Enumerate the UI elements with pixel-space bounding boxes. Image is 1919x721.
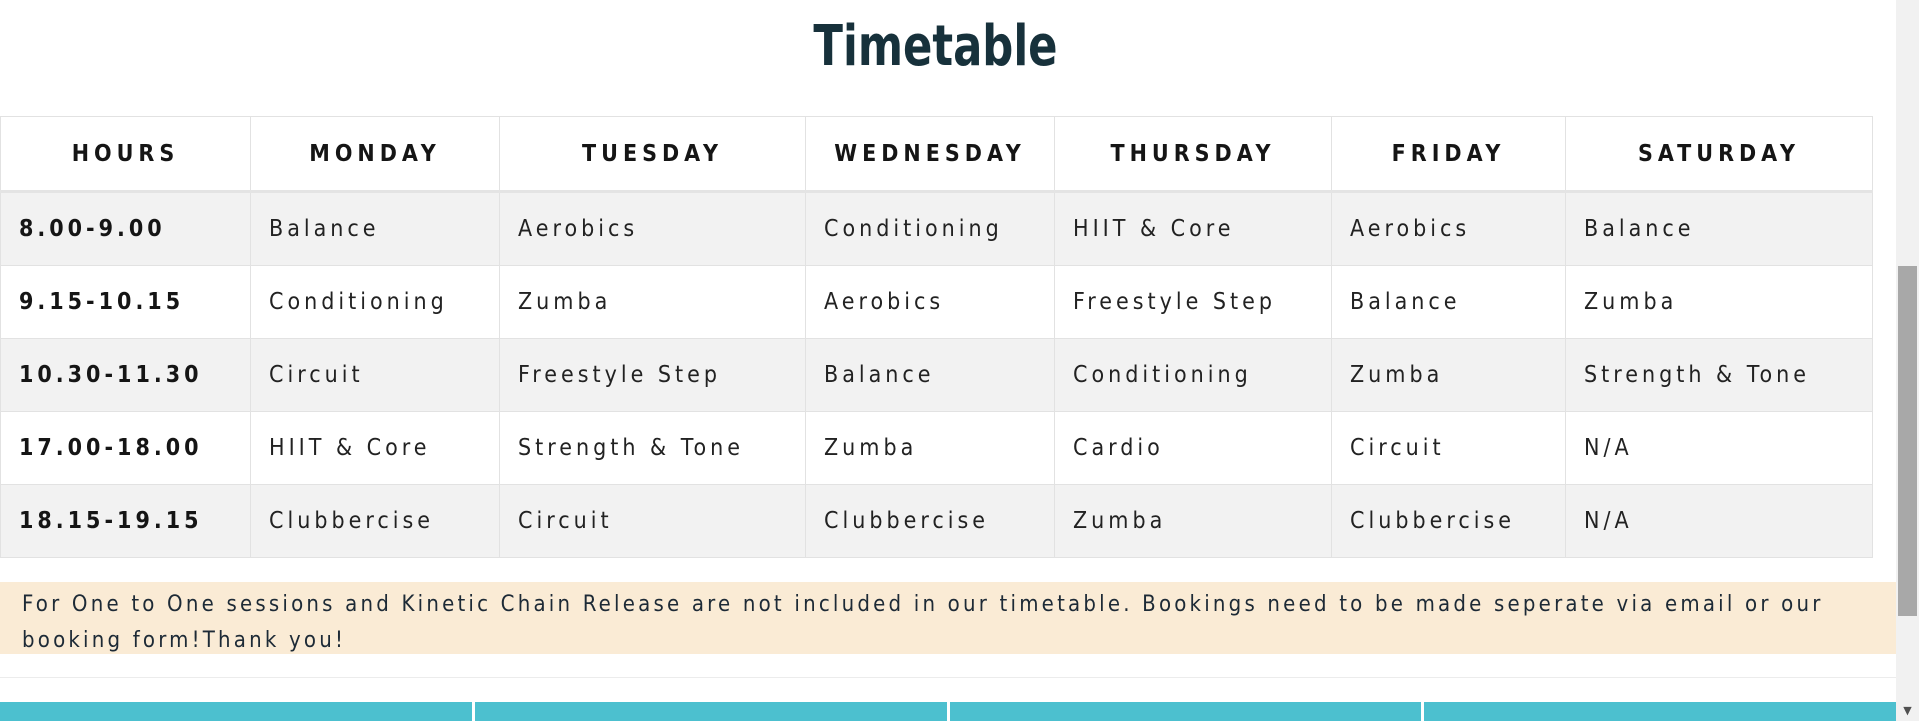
teal-tab[interactable] [1424,702,1896,721]
hour-cell: 9.15-10.15 [0,265,251,339]
notice-line-1: For One to One sessions and Kinetic Chai… [22,592,1824,617]
class-cell: Strength & Tone [499,411,806,485]
class-cell: Aerobics [499,191,806,266]
class-cell: Balance [250,191,500,266]
class-cell: Balance [805,338,1055,412]
header-hours: HOURS [0,116,251,193]
section-divider [0,677,1896,678]
page: Timetable HOURS MONDAY TUESDAY WEDNESDAY… [0,0,1896,721]
header-wednesday: WEDNESDAY [805,116,1055,193]
class-cell: Conditioning [250,265,500,339]
class-cell: Freestyle Step [1054,265,1332,339]
class-cell: Zumba [805,411,1055,485]
teal-tab[interactable] [0,702,475,721]
table-row: 18.15-19.15 Clubbercise Circuit Clubberc… [0,484,1873,558]
teal-tab[interactable] [949,702,1425,721]
header-friday: FRIDAY [1331,116,1566,193]
table-header-row: HOURS MONDAY TUESDAY WEDNESDAY THURSDAY … [0,116,1873,193]
class-cell: Zumba [1565,265,1873,339]
table-row: 9.15-10.15 Conditioning Zumba Aerobics F… [0,265,1873,339]
class-cell: HIIT & Core [250,411,500,485]
class-cell: Circuit [1331,411,1566,485]
teal-tab[interactable] [474,702,950,721]
class-cell: Aerobics [1331,191,1566,266]
table-row: 8.00-9.00 Balance Aerobics Conditioning … [0,191,1873,266]
hour-cell: 10.30-11.30 [0,338,251,412]
class-cell: Clubbercise [1331,484,1566,558]
teal-tab-row [0,702,1896,721]
vertical-scrollbar[interactable]: ▼ [1896,0,1919,721]
hour-cell: 18.15-19.15 [0,484,251,558]
header-thursday: THURSDAY [1054,116,1332,193]
header-monday: MONDAY [250,116,500,193]
class-cell: Aerobics [805,265,1055,339]
booking-notice: For One to One sessions and Kinetic Chai… [0,582,1896,654]
hour-cell: 8.00-9.00 [0,191,251,266]
timetable-table: HOURS MONDAY TUESDAY WEDNESDAY THURSDAY … [0,116,1873,558]
class-cell: N/A [1565,411,1873,485]
class-cell: Zumba [1054,484,1332,558]
class-cell: Circuit [250,338,500,412]
class-cell: Conditioning [805,191,1055,266]
class-cell: Zumba [499,265,806,339]
table-row: 10.30-11.30 Circuit Freestyle Step Balan… [0,338,1873,412]
class-cell: HIIT & Core [1054,191,1332,266]
class-cell: Cardio [1054,411,1332,485]
scrollbar-thumb[interactable] [1898,266,1917,616]
class-cell: Freestyle Step [499,338,806,412]
notice-line-2: booking form!Thank you! [22,628,347,653]
class-cell: Circuit [499,484,806,558]
class-cell: N/A [1565,484,1873,558]
header-tuesday: TUESDAY [499,116,806,193]
table-row: 17.00-18.00 HIIT & Core Strength & Tone … [0,411,1873,485]
class-cell: Conditioning [1054,338,1332,412]
class-cell: Balance [1565,191,1873,266]
header-saturday: SATURDAY [1565,116,1873,193]
class-cell: Strength & Tone [1565,338,1873,412]
scroll-down-arrow-icon[interactable]: ▼ [1896,701,1919,721]
page-title: Timetable [813,14,1058,79]
class-cell: Zumba [1331,338,1566,412]
class-cell: Clubbercise [805,484,1055,558]
class-cell: Balance [1331,265,1566,339]
hour-cell: 17.00-18.00 [0,411,251,485]
class-cell: Clubbercise [250,484,500,558]
